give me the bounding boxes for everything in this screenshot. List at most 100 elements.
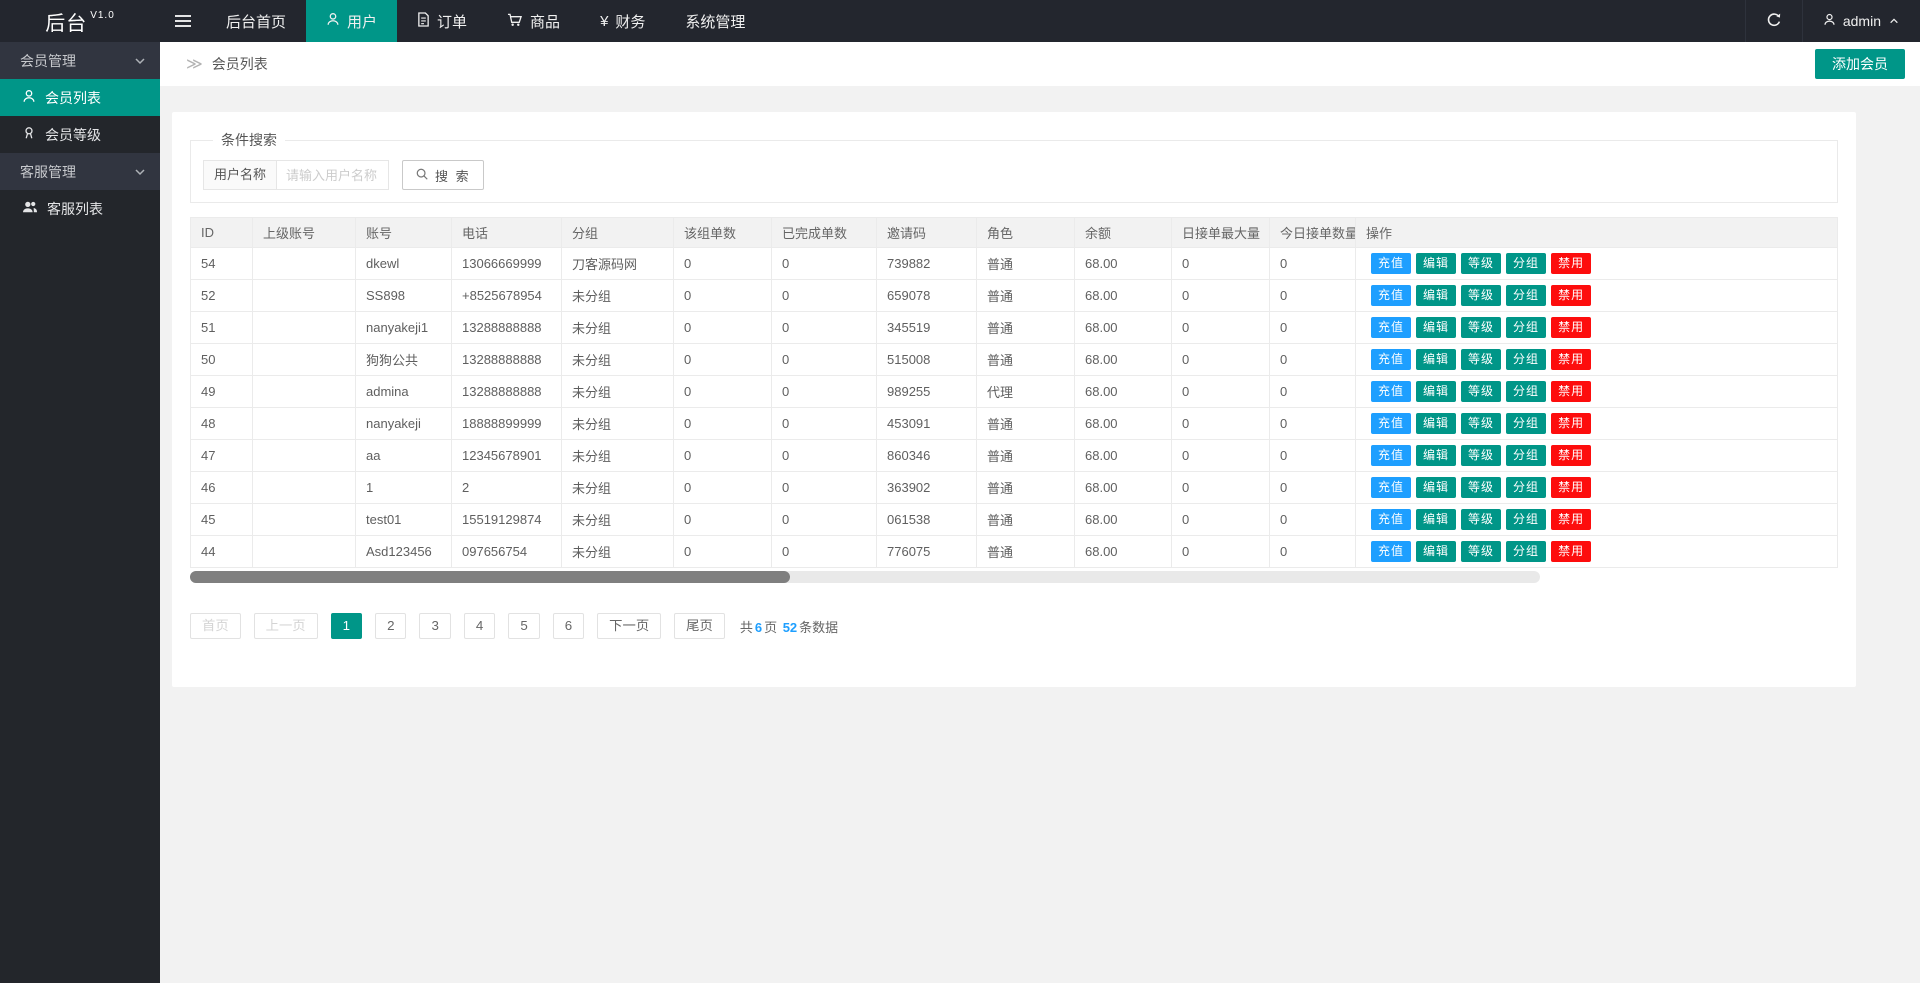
sidebar-group-member-mgmt[interactable]: 会员管理 <box>0 42 160 79</box>
cell-actions: 充值编辑等级分组禁用 <box>1356 440 1838 472</box>
edit-button[interactable]: 编辑 <box>1416 477 1456 498</box>
username-input[interactable] <box>277 160 389 190</box>
level-button[interactable]: 等级 <box>1461 253 1501 274</box>
group-button[interactable]: 分组 <box>1506 477 1546 498</box>
level-button[interactable]: 等级 <box>1461 445 1501 466</box>
group-button[interactable]: 分组 <box>1506 541 1546 562</box>
sidebar-item-service-list[interactable]: 客服列表 <box>0 190 160 227</box>
disable-button[interactable]: 禁用 <box>1551 445 1591 466</box>
nav-item-goods[interactable]: 商品 <box>487 0 580 42</box>
cell-actions: 充值编辑等级分组禁用 <box>1356 472 1838 504</box>
cell-completed-orders: 0 <box>772 440 877 472</box>
sidebar-item-label: 会员等级 <box>45 125 101 145</box>
disable-button[interactable]: 禁用 <box>1551 509 1591 530</box>
edit-button[interactable]: 编辑 <box>1416 413 1456 434</box>
page-button-4[interactable]: 4 <box>464 613 495 639</box>
search-icon <box>415 167 429 184</box>
cell-today-orders: 0 <box>1270 280 1356 312</box>
member-list-card: 条件搜索 用户名称 搜 索 ID上级账号账号电话分组该组单 <box>172 112 1856 687</box>
disable-button[interactable]: 禁用 <box>1551 541 1591 562</box>
table-row: 48nanyakeji18888899999未分组00453091普通68.00… <box>191 408 1838 440</box>
recharge-button[interactable]: 充值 <box>1371 317 1411 338</box>
level-button[interactable]: 等级 <box>1461 477 1501 498</box>
recharge-button[interactable]: 充值 <box>1371 285 1411 306</box>
group-button[interactable]: 分组 <box>1506 253 1546 274</box>
page-button-5[interactable]: 5 <box>508 613 539 639</box>
level-button[interactable]: 等级 <box>1461 317 1501 338</box>
disable-button[interactable]: 禁用 <box>1551 253 1591 274</box>
admin-menu[interactable]: admin <box>1802 0 1920 42</box>
sidebar-group-service-mgmt[interactable]: 客服管理 <box>0 153 160 190</box>
recharge-button[interactable]: 充值 <box>1371 381 1411 402</box>
recharge-button[interactable]: 充值 <box>1371 445 1411 466</box>
disable-button[interactable]: 禁用 <box>1551 285 1591 306</box>
level-button[interactable]: 等级 <box>1461 509 1501 530</box>
nav-item-finance[interactable]: ¥ 财务 <box>580 0 665 42</box>
sidebar-item-member-list[interactable]: 会员列表 <box>0 79 160 116</box>
level-button[interactable]: 等级 <box>1461 381 1501 402</box>
add-member-button[interactable]: 添加会员 <box>1815 49 1905 79</box>
group-button[interactable]: 分组 <box>1506 317 1546 338</box>
column-header: 日接单最大量 <box>1172 218 1270 248</box>
recharge-button[interactable]: 充值 <box>1371 509 1411 530</box>
cell-today-orders: 0 <box>1270 504 1356 536</box>
nav-item-orders[interactable]: 订单 <box>397 0 487 42</box>
sidebar-item-member-level[interactable]: 会员等级 <box>0 116 160 153</box>
cell-balance: 68.00 <box>1075 536 1172 568</box>
disable-button[interactable]: 禁用 <box>1551 413 1591 434</box>
nav-item-users[interactable]: 用户 <box>306 0 397 42</box>
page-button-尾页[interactable]: 尾页 <box>674 613 725 639</box>
edit-button[interactable]: 编辑 <box>1416 445 1456 466</box>
recharge-button[interactable]: 充值 <box>1371 413 1411 434</box>
cell-today-orders: 0 <box>1270 440 1356 472</box>
cell-daily-max: 0 <box>1172 344 1270 376</box>
edit-button[interactable]: 编辑 <box>1416 253 1456 274</box>
disable-button[interactable]: 禁用 <box>1551 477 1591 498</box>
recharge-button[interactable]: 充值 <box>1371 349 1411 370</box>
group-button[interactable]: 分组 <box>1506 349 1546 370</box>
edit-button[interactable]: 编辑 <box>1416 317 1456 338</box>
nav-item-system[interactable]: 系统管理 <box>665 0 765 42</box>
horizontal-scrollbar-thumb[interactable] <box>190 571 790 583</box>
recharge-button[interactable]: 充值 <box>1371 541 1411 562</box>
edit-button[interactable]: 编辑 <box>1416 285 1456 306</box>
level-button[interactable]: 等级 <box>1461 541 1501 562</box>
level-button[interactable]: 等级 <box>1461 413 1501 434</box>
recharge-button[interactable]: 充值 <box>1371 477 1411 498</box>
table-row: 44Asd123456097656754未分组00776075普通68.0000… <box>191 536 1838 568</box>
page-button-1[interactable]: 1 <box>331 613 362 639</box>
recharge-button[interactable]: 充值 <box>1371 253 1411 274</box>
hamburger-icon[interactable] <box>160 0 206 42</box>
refresh-button[interactable] <box>1745 0 1802 42</box>
disable-button[interactable]: 禁用 <box>1551 381 1591 402</box>
disable-button[interactable]: 禁用 <box>1551 317 1591 338</box>
member-table: ID上级账号账号电话分组该组单数已完成单数邀请码角色余额日接单最大量今日接单数量… <box>190 217 1838 568</box>
edit-button[interactable]: 编辑 <box>1416 381 1456 402</box>
page-button-3[interactable]: 3 <box>419 613 450 639</box>
nav-item-home[interactable]: 后台首页 <box>206 0 306 42</box>
group-button[interactable]: 分组 <box>1506 285 1546 306</box>
disable-button[interactable]: 禁用 <box>1551 349 1591 370</box>
page-button-下一页[interactable]: 下一页 <box>597 613 661 639</box>
page-button-6[interactable]: 6 <box>553 613 584 639</box>
edit-button[interactable]: 编辑 <box>1416 509 1456 530</box>
cell-role: 普通 <box>977 280 1075 312</box>
horizontal-scrollbar-track[interactable] <box>190 571 1540 583</box>
edit-button[interactable]: 编辑 <box>1416 349 1456 370</box>
cell-invite-code: 989255 <box>877 376 977 408</box>
group-button[interactable]: 分组 <box>1506 381 1546 402</box>
group-button[interactable]: 分组 <box>1506 413 1546 434</box>
summary-count: 52 <box>781 620 799 635</box>
cell-group: 未分组 <box>562 536 674 568</box>
edit-button[interactable]: 编辑 <box>1416 541 1456 562</box>
group-button[interactable]: 分组 <box>1506 509 1546 530</box>
cell-balance: 68.00 <box>1075 472 1172 504</box>
search-button[interactable]: 搜 索 <box>402 160 484 190</box>
level-button[interactable]: 等级 <box>1461 285 1501 306</box>
group-button[interactable]: 分组 <box>1506 445 1546 466</box>
table-row: 50狗狗公共13288888888未分组00515008普通68.0000充值编… <box>191 344 1838 376</box>
level-button[interactable]: 等级 <box>1461 349 1501 370</box>
page-button-2[interactable]: 2 <box>375 613 406 639</box>
sidebar-item-label: 会员列表 <box>45 88 101 108</box>
cell-id: 49 <box>191 376 253 408</box>
